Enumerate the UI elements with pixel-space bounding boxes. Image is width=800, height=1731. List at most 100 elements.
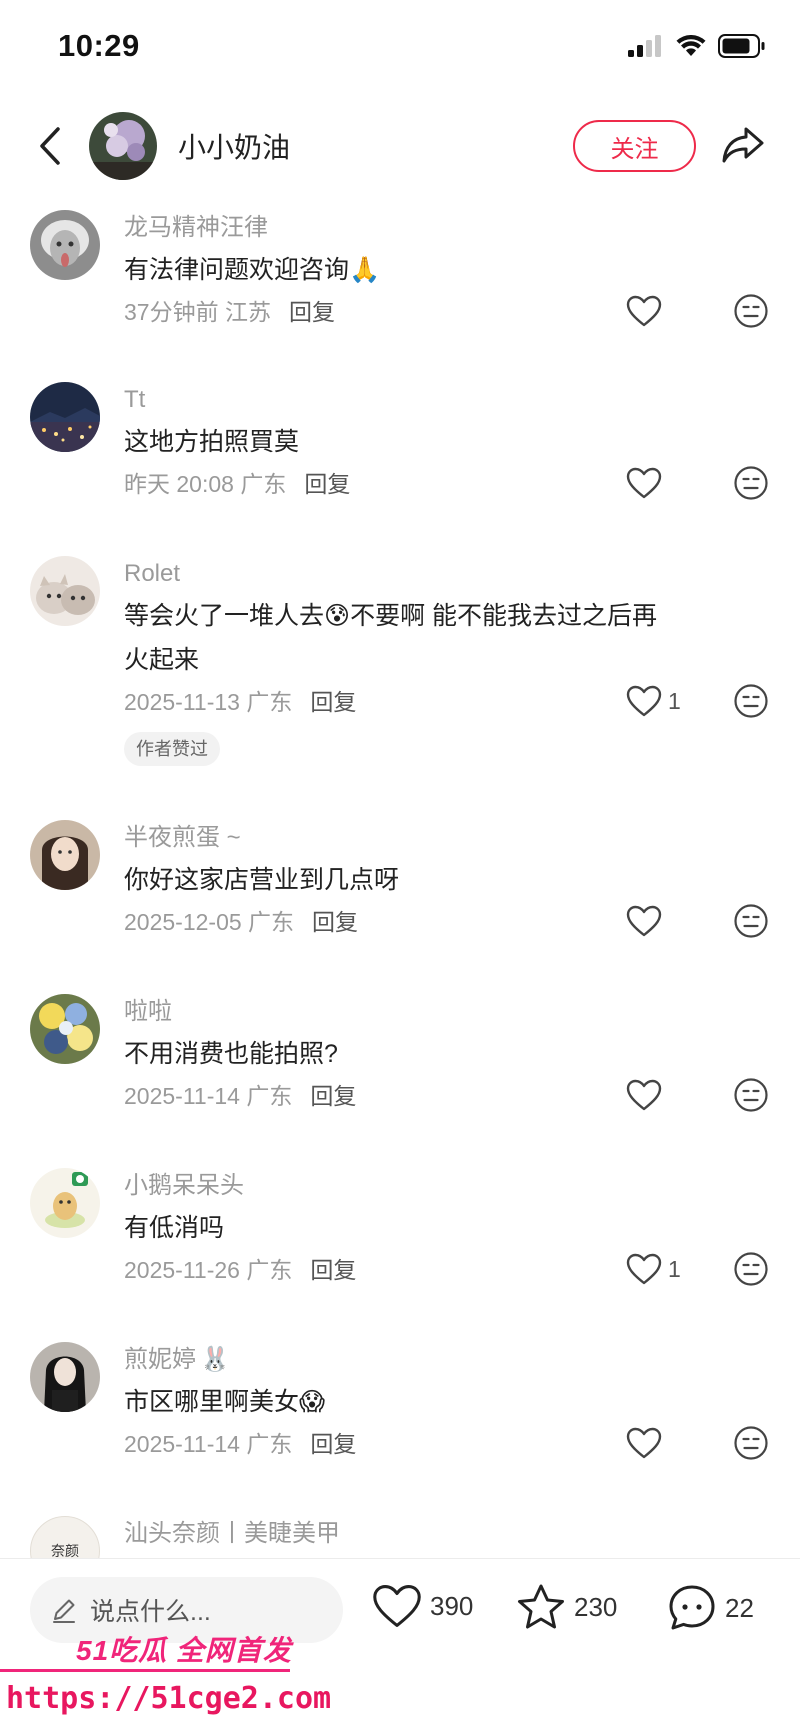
comment-meta: 2025-11-14 广东 回复 [124,1426,680,1462]
heart-icon [626,1253,662,1285]
favorite-button[interactable]: 230 [516,1583,617,1631]
comment-item: Rolet 等会火了一堆人去😰不要啊 能不能我去过之后再火起来 2025-11-… [0,544,800,808]
comment-time: 2025-11-13 [124,689,240,715]
comment-location: 广东 [246,689,293,715]
commenter-name[interactable]: 汕头奈颜丨美睫美甲 [124,1518,340,1550]
heart-icon [626,295,662,327]
author-name[interactable]: 小小奶油 [178,126,290,166]
comment-meta: 2025-11-26 广东 回复 [124,1252,680,1288]
commenter-avatar[interactable] [30,994,100,1064]
emoji-reaction-button[interactable] [733,293,769,334]
comment-time: 2025-11-26 [124,1257,240,1283]
comment-location: 广东 [246,1257,293,1283]
post-like-count: 390 [430,1590,474,1621]
like-button[interactable] [626,467,662,499]
watermark-overlay: 51吃瓜 全网首发 https://51cge2.com [0,1625,331,1731]
chat-bubble-icon [669,1585,715,1630]
comment-text: 你好这家店营业到几点呀 [124,866,400,894]
signal-icon [628,35,661,57]
reply-button[interactable]: 回复 [289,299,335,325]
comment-meta: 昨天 20:08 广东 回复 [124,466,680,502]
comment-location: 广东 [246,1431,293,1457]
watermark-line1: 51吃瓜 全网首发 [76,1635,292,1666]
comment-meta: 2025-12-05 广东 回复 [124,904,680,940]
comment-item: 半夜煎蛋 ~ 你好这家店营业到几点呀 2025-12-05 广东 回复 [0,808,800,982]
like-post-button[interactable]: 390 [372,1583,473,1629]
comment-text: 这地方拍照買莫 [124,428,300,456]
comment-text: 有低消吗 [124,1214,225,1242]
comment-time: 昨天 20:08 [124,471,234,497]
reply-button[interactable]: 回复 [310,689,356,715]
comment-item: 奈颜 汕头奈颜丨美睫美甲 [0,1504,800,1558]
commenter-name[interactable]: Tt [124,384,145,416]
reply-button[interactable]: 回复 [310,1431,356,1457]
commenter-avatar[interactable] [30,556,100,626]
comment-item: 煎妮婷 🐰 市区哪里啊美女😱 2025-11-14 广东 回复 [0,1330,800,1504]
comment-list[interactable]: 龙马精神汪律 有法律问题欢迎咨询🙏 37分钟前 江苏回复 Tt 这地方拍照買莫 [0,198,800,1558]
meh-face-icon [734,684,768,718]
commenter-avatar[interactable] [30,820,100,890]
screaming-face-emoji: 😱 [299,1388,326,1416]
meh-face-icon [734,904,768,938]
avatar-logo-text: 奈颜 [51,1543,79,1558]
emoji-reaction-button[interactable] [733,1251,769,1292]
commenter-avatar[interactable] [30,210,100,280]
emoji-reaction-button[interactable] [733,683,769,724]
comment-input-placeholder: 说点什么... [90,1598,211,1626]
commenter-name[interactable]: 煎妮婷 [124,1344,196,1376]
pencil-icon [53,1599,75,1623]
comment-meta: 37分钟前 江苏 回复 [124,294,680,330]
status-icons [628,34,766,58]
share-icon [722,127,764,163]
meh-face-icon [734,1426,768,1460]
praying-hands-emoji: 🙏 [349,256,381,284]
commenter-avatar[interactable] [30,1168,100,1238]
follow-button[interactable]: 关注 [573,120,696,172]
comments-button[interactable]: 22 [667,1583,754,1633]
comment-text: 不用消费也能拍照? [124,1040,338,1068]
reply-button[interactable]: 回复 [312,909,358,935]
heart-icon [626,467,662,499]
meh-face-icon [734,466,768,500]
star-icon [518,1584,564,1629]
reply-button[interactable]: 回复 [310,1083,356,1109]
back-button[interactable] [28,120,72,172]
rabbit-emoji: 🐰 [200,1346,230,1373]
commenter-name[interactable]: Rolet [124,558,180,590]
commenter-name[interactable]: 龙马精神汪律 [124,212,268,244]
emoji-reaction-button[interactable] [733,1077,769,1118]
commenter-name[interactable]: 啦啦 [124,996,172,1028]
emoji-reaction-button[interactable] [733,465,769,506]
like-button[interactable] [626,295,662,327]
commenter-avatar[interactable]: 奈颜 [30,1516,100,1558]
like-button[interactable]: 1 [626,685,681,717]
like-button[interactable] [626,1079,662,1111]
like-button[interactable] [626,905,662,937]
heart-icon [626,685,662,717]
comment-item: 啦啦 不用消费也能拍照? 2025-11-14 广东 回复 [0,982,800,1156]
emoji-reaction-button[interactable] [733,1425,769,1466]
favorite-count: 230 [574,1591,618,1622]
comment-time: 2025-11-14 [124,1083,240,1109]
comment-time: 2025-12-05 [124,909,242,935]
share-button[interactable] [718,120,768,170]
reply-button[interactable]: 回复 [304,471,350,497]
meh-face-icon [734,1078,768,1112]
watermark-divider [0,1669,290,1672]
comment-time: 37分钟前 [124,299,219,325]
comment-item: 小鹅呆呆头 有低消吗 2025-11-26 广东 回复 1 [0,1156,800,1330]
chevron-left-icon [40,127,60,165]
author-avatar[interactable] [89,112,157,180]
commenter-avatar[interactable] [30,382,100,452]
like-button[interactable]: 1 [626,1253,681,1285]
commenter-avatar[interactable] [30,1342,100,1412]
like-count: 1 [668,687,681,714]
comment-location: 江苏 [224,299,271,325]
heart-icon [626,1079,662,1111]
like-button[interactable] [626,1427,662,1459]
reply-button[interactable]: 回复 [310,1257,356,1283]
comment-time: 2025-11-14 [124,1431,240,1457]
commenter-name[interactable]: 半夜煎蛋 ~ [124,822,241,854]
emoji-reaction-button[interactable] [733,903,769,944]
commenter-name[interactable]: 小鹅呆呆头 [124,1170,244,1202]
